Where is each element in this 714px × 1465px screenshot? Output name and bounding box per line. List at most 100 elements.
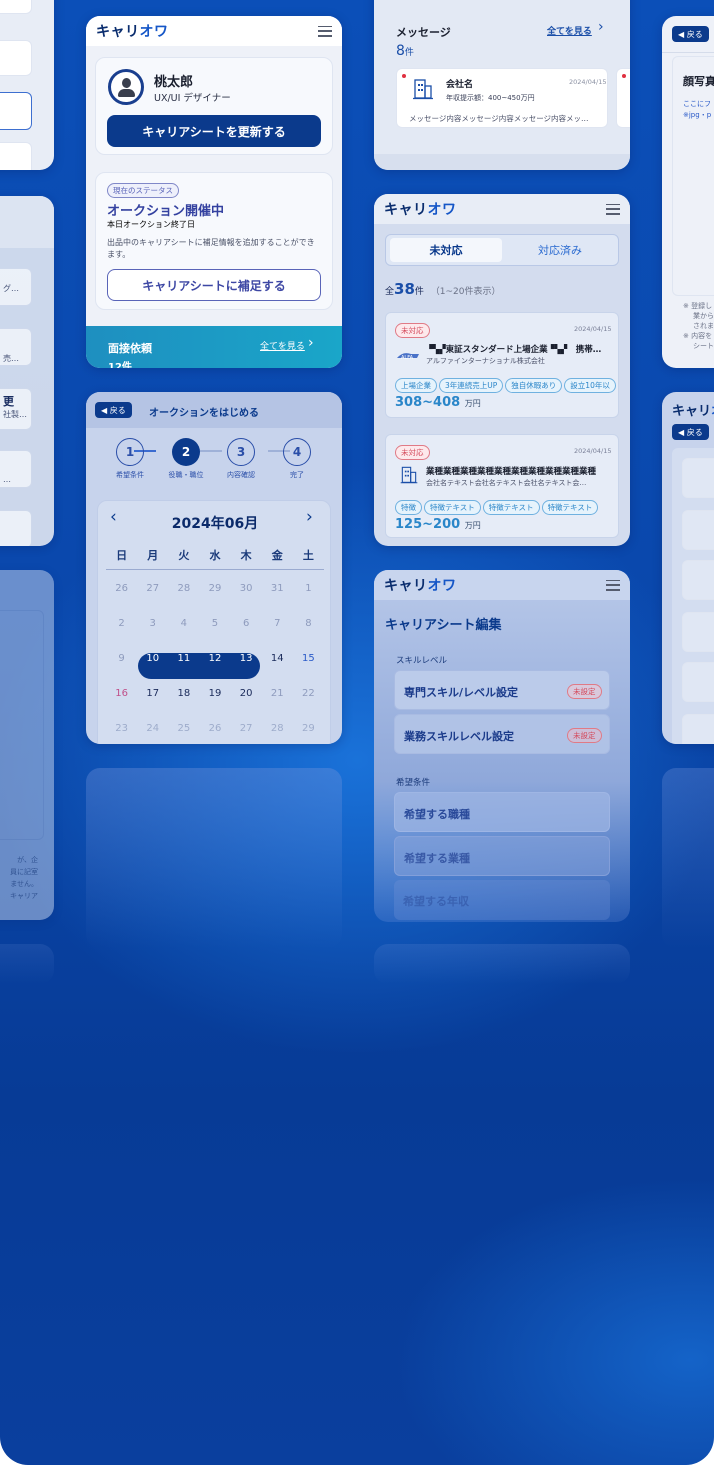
form-field[interactable] xyxy=(682,612,714,652)
left-row[interactable]: … xyxy=(0,450,32,488)
step-label: 希望条件 xyxy=(116,471,144,479)
status-badge: 未対応 xyxy=(395,445,430,460)
profile-panel: 桃太郎 UX/UI デザイナー キャリアシートを更新する xyxy=(95,57,333,155)
placeholder-card xyxy=(86,768,342,948)
form-field[interactable] xyxy=(682,714,714,744)
photo-upload-card: ◀ 戻る 顔写真 ここにフ ※jpg・p ※ 登録し 業から されま ※ 内容を… xyxy=(662,16,714,368)
offer-item[interactable]: 未対応 2024/04/15 ALFA ▝▚▞東証スタンダード上場企業▝▚▞ 携… xyxy=(385,312,619,418)
calendar-month: 2024年06月 xyxy=(171,516,259,532)
auction-title: オークションをはじめる xyxy=(149,408,259,419)
back-button[interactable]: ◀ 戻る xyxy=(672,424,709,440)
wish-item[interactable]: 希望する業種 xyxy=(394,836,610,876)
interview-count: 12件 xyxy=(108,362,132,368)
step-label: 完了 xyxy=(290,471,304,479)
calendar-day[interactable]: 26 xyxy=(199,723,230,744)
form-field[interactable] xyxy=(682,560,714,600)
back-button[interactable]: ◀ 戻る xyxy=(672,26,709,42)
left-field-3[interactable] xyxy=(0,92,32,130)
calendar-day-selected[interactable]: 13 xyxy=(231,653,262,688)
calendar-day[interactable]: 23 xyxy=(106,723,137,744)
calendar-day[interactable]: 24 xyxy=(137,723,168,744)
wish-item-label: 希望する職種 xyxy=(404,808,470,821)
next-month-icon[interactable]: › xyxy=(306,507,313,527)
message-item-next[interactable] xyxy=(616,68,630,128)
status-title: オークション開催中 xyxy=(107,204,225,219)
calendar-day[interactable]: 28 xyxy=(262,723,293,744)
left-row[interactable] xyxy=(0,510,32,546)
message-item[interactable]: 会社名 2024/04/15 年収提示額：400~450万円 メッセージ内容メッ… xyxy=(396,68,608,128)
calendar-day: 6 xyxy=(242,618,250,629)
calendar-day-selected[interactable]: 10 xyxy=(137,653,168,688)
update-career-sheet-button[interactable]: キャリアシートを更新する xyxy=(107,115,321,147)
calendar-day[interactable]: 19 xyxy=(199,688,230,723)
unset-badge: 未設定 xyxy=(567,728,602,743)
left-card-list: グ… 売… 更 社製… … xyxy=(0,196,54,546)
status-description: 出品中のキャリアシートに補足情報を追加することができます。 xyxy=(107,238,315,259)
left-row[interactable]: 売… xyxy=(0,328,32,366)
left-row[interactable]: 更 社製… xyxy=(0,388,32,430)
company-logo: ALFA xyxy=(395,347,421,361)
avatar xyxy=(108,69,144,105)
form-field[interactable] xyxy=(682,662,714,702)
offer-item[interactable]: 未対応 2024/04/15 業種業種業種業種業種業種業種業種業種業種 会社名テ… xyxy=(385,434,619,538)
calendar-day[interactable]: 25 xyxy=(168,723,199,744)
app-logo: キャリオワ xyxy=(384,578,457,594)
calendar-day[interactable]: 16 xyxy=(106,688,137,723)
offer-list-card: キャリオワ 未対応 対応済み 全38件 （1~20件表示） 未対応 2024/0… xyxy=(374,194,630,546)
tab-done[interactable]: 対応済み xyxy=(504,238,616,262)
left-row-heading: 更 xyxy=(3,395,14,408)
left-field-4[interactable] xyxy=(0,142,32,170)
app-header: キャリオワ xyxy=(374,570,630,600)
calendar-day[interactable]: 18 xyxy=(168,688,199,723)
calendar-day: 5 xyxy=(211,618,219,629)
calendar-day[interactable]: 22 xyxy=(293,688,324,723)
form-field[interactable] xyxy=(682,458,714,498)
calendar-day[interactable]: 20 xyxy=(231,688,262,723)
calendar-day[interactable]: 27 xyxy=(231,723,262,744)
svg-text:ALFA: ALFA xyxy=(401,355,414,361)
message-view-all-link[interactable]: 全てを見る xyxy=(547,24,592,37)
calendar-day[interactable]: 21 xyxy=(262,688,293,723)
menu-icon[interactable] xyxy=(606,579,620,591)
building-icon xyxy=(400,464,418,484)
calendar-day-selected[interactable]: 12 xyxy=(199,653,230,688)
skill-item-label: 業務スキルレベル設定 xyxy=(404,730,514,743)
calendar-day[interactable]: 29 xyxy=(293,723,324,744)
wish-item-label: 希望する業種 xyxy=(404,852,470,865)
app-header: キャリオワ xyxy=(374,194,630,224)
message-card: メッセージ 全てを見る › 8件 会社名 2024/04/15 年収提示額：40… xyxy=(374,0,630,170)
profile-card: キャリオワ 桃太郎 UX/UI デザイナー キャリアシートを更新する 現在のステ… xyxy=(86,16,342,368)
wish-item[interactable]: 希望する職種 xyxy=(394,792,610,832)
form-field[interactable] xyxy=(682,510,714,550)
calendar-day[interactable]: 9 xyxy=(106,653,137,688)
left-field-1[interactable] xyxy=(0,0,32,14)
calendar-day[interactable]: 15 xyxy=(293,653,324,688)
calendar-day: 2 xyxy=(118,618,125,629)
calendar-day[interactable]: 14 xyxy=(262,653,293,688)
menu-icon[interactable] xyxy=(606,203,620,215)
chevron-right-icon[interactable]: › xyxy=(598,19,604,35)
interview-view-all-link[interactable]: 全てを見る xyxy=(260,339,305,352)
supplement-career-sheet-button[interactable]: キャリアシートに補足する xyxy=(107,269,321,301)
placeholder-card xyxy=(0,944,54,984)
left-card-info: が、企 員に記室 ません。 キャリア xyxy=(0,570,54,920)
back-button[interactable]: ◀ 戻る xyxy=(95,402,132,418)
step-3: 3 xyxy=(227,438,255,466)
wish-item[interactable]: 希望する年収 xyxy=(394,880,610,920)
chevron-right-icon[interactable]: › xyxy=(308,335,314,351)
message-preview: メッセージ内容メッセージ内容メッセージ内容メッ… xyxy=(409,114,589,123)
left-row[interactable]: グ… xyxy=(0,268,32,306)
message-count: 8件 xyxy=(396,43,414,59)
message-salary: 年収提示額：400~450万円 xyxy=(446,94,535,102)
calendar-day: 27 xyxy=(146,583,160,594)
skill-item[interactable]: 専門スキル/レベル設定 未設定 xyxy=(394,670,610,710)
offer-tags: 特徴 特徴テキスト 特徴テキスト 特徴テキスト xyxy=(395,495,617,515)
skill-item[interactable]: 業務スキルレベル設定 未設定 xyxy=(394,714,610,754)
menu-icon[interactable] xyxy=(318,25,332,37)
left-field-2[interactable] xyxy=(0,40,32,76)
calendar-day[interactable]: 17 xyxy=(137,688,168,723)
tab-pending[interactable]: 未対応 xyxy=(390,238,502,262)
calendar-day: 29 xyxy=(208,583,222,594)
edit-title: キャリアシート編集 xyxy=(385,618,502,633)
calendar-day-selected[interactable]: 11 xyxy=(168,653,199,688)
